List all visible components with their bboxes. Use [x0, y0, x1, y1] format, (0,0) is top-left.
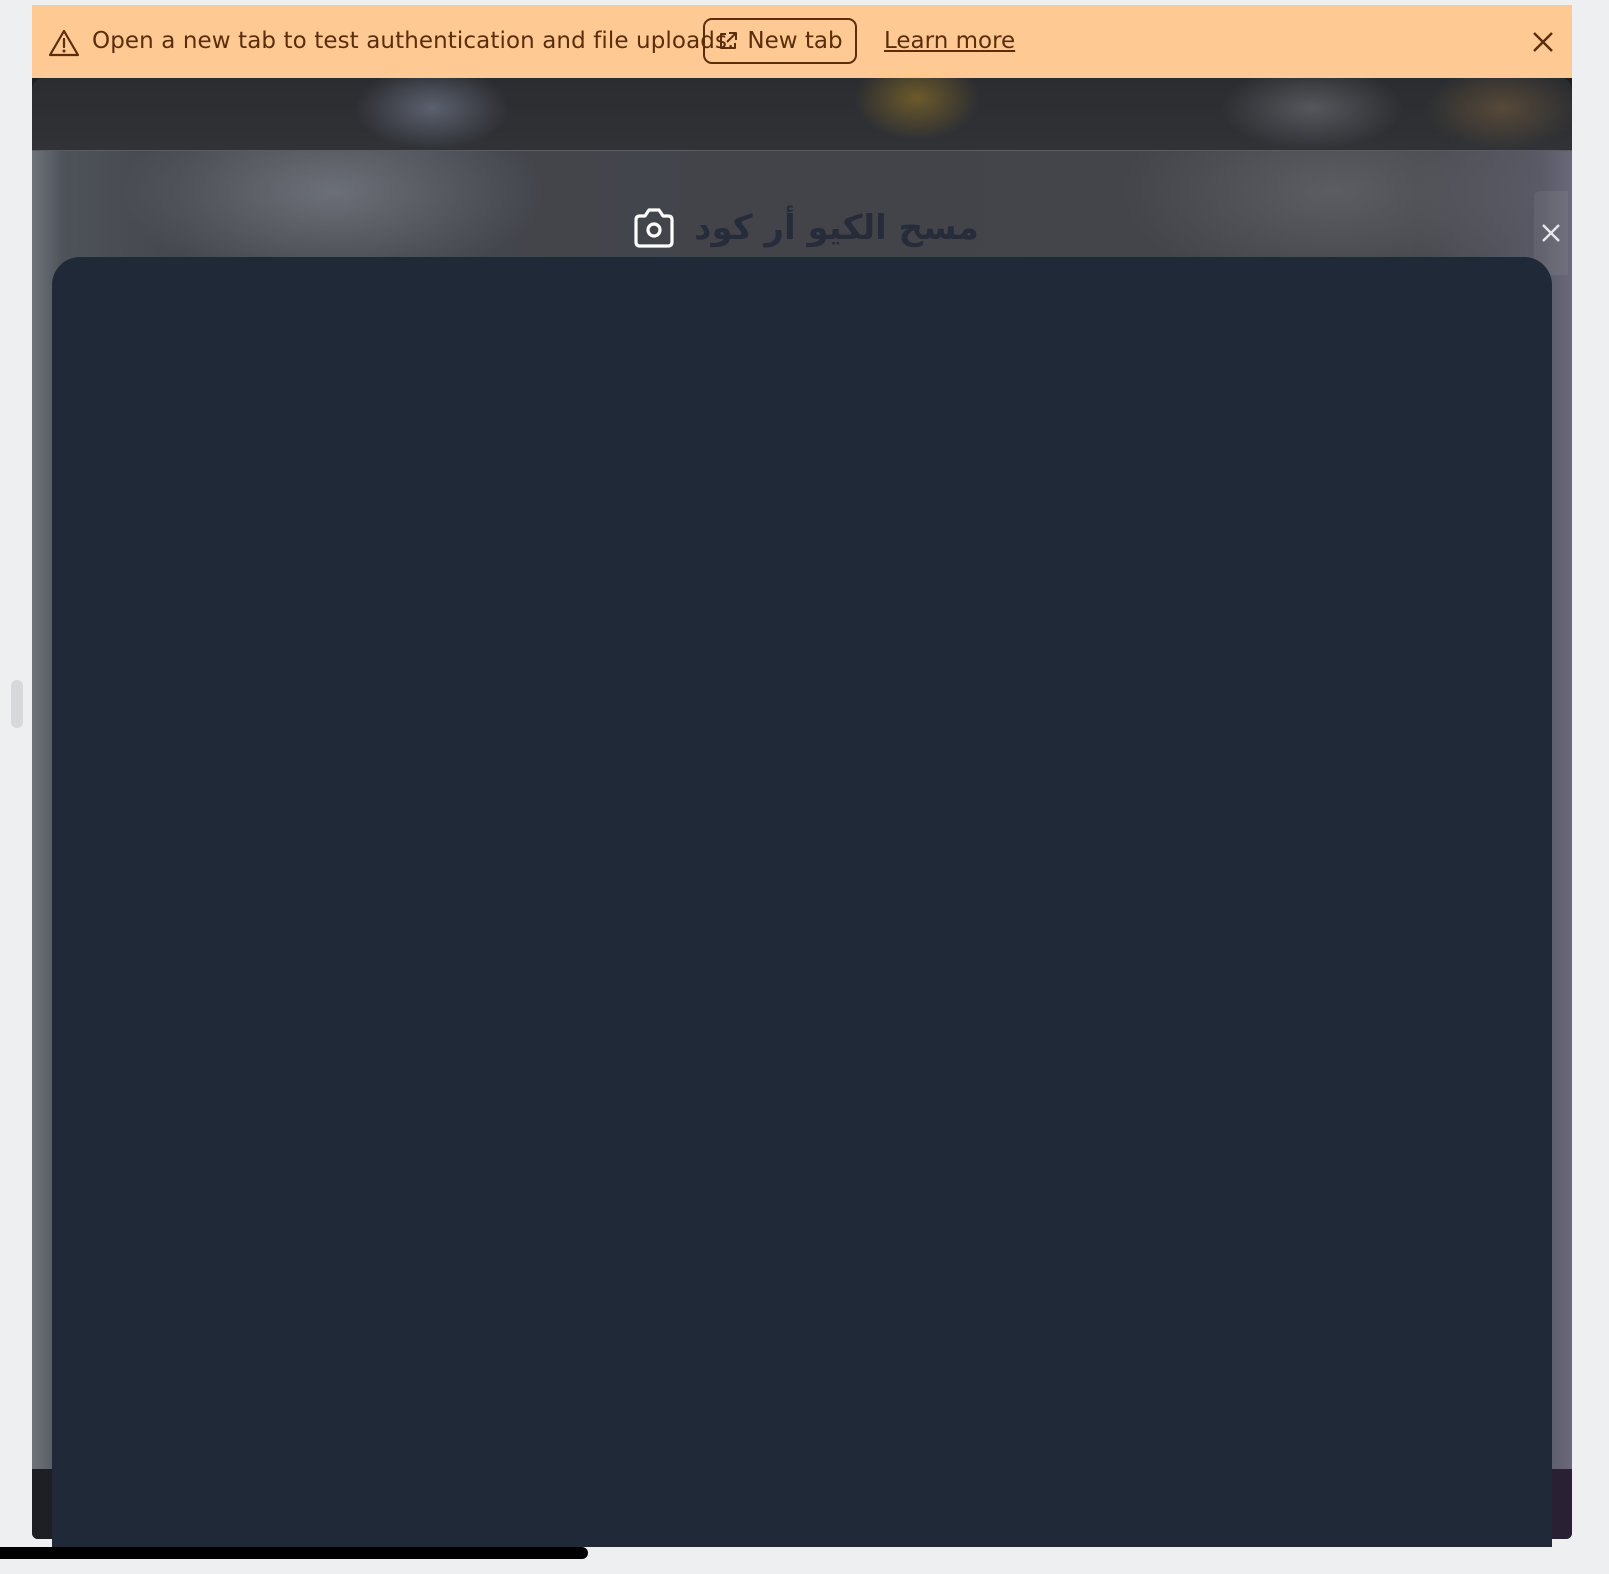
- new-tab-label: New tab: [747, 28, 843, 54]
- app-header-blurred: [32, 78, 1572, 151]
- close-icon[interactable]: [1530, 29, 1556, 55]
- warning-triangle-icon: [48, 29, 80, 57]
- learn-more-link[interactable]: Learn more: [884, 5, 1015, 78]
- panel-resize-handle[interactable]: [11, 680, 23, 728]
- horizontal-scrollbar[interactable]: [0, 1547, 588, 1559]
- camera-icon: [634, 208, 674, 248]
- banner-message: Open a new tab to test authentication an…: [92, 28, 735, 54]
- close-icon: [1542, 224, 1560, 242]
- new-tab-button[interactable]: New tab: [703, 18, 857, 64]
- qr-scanner-viewport[interactable]: [52, 257, 1552, 1547]
- modal-title-bar: مسح الكيو أر كود: [630, 206, 979, 250]
- warning-banner: Open a new tab to test authentication an…: [32, 5, 1572, 78]
- modal-title: مسح الكيو أر كود: [694, 208, 979, 248]
- external-link-icon: [720, 32, 738, 49]
